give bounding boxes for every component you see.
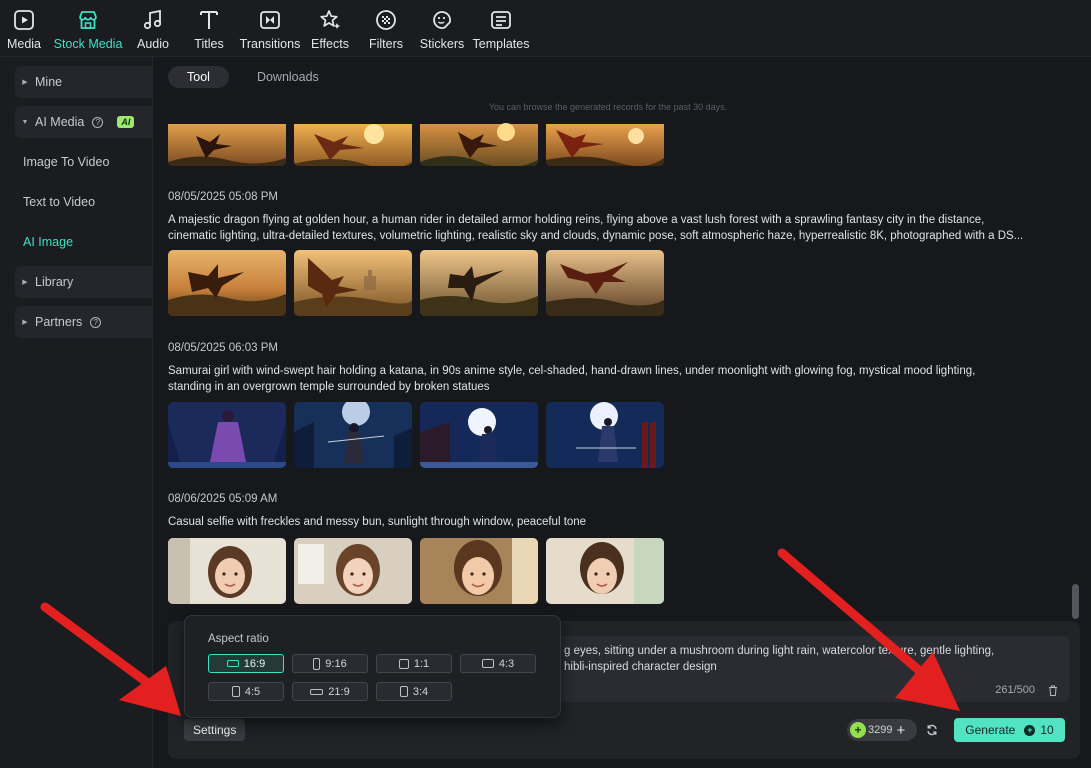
refresh-icon[interactable] [926, 724, 938, 736]
ratio-shape-icon [231, 686, 240, 697]
text-t-icon [200, 11, 218, 29]
stock-media-icon [79, 11, 97, 29]
toolbar-stickers[interactable]: Stickers [420, 0, 464, 57]
help-icon[interactable]: ? [92, 116, 104, 128]
tab-downloads[interactable]: Downloads [239, 66, 337, 88]
aspect-option-1-1[interactable]: 1:1 [376, 654, 452, 673]
aspect-option-16-9[interactable]: 16:9 [208, 654, 284, 673]
generated-image[interactable] [168, 402, 286, 468]
ratio-shape-icon [399, 686, 408, 697]
char-counter: 261/500 [995, 684, 1035, 696]
media-icon [14, 10, 34, 30]
prompt-text-line: g eyes, sitting under a mushroom during … [564, 645, 995, 657]
thumb-row [168, 250, 664, 316]
generated-image[interactable] [546, 250, 664, 316]
toolbar-media[interactable]: Media [6, 0, 42, 57]
record-group: 08/05/2025 06:03 PM Samurai girl with wi… [168, 342, 1068, 468]
filters-icon [376, 10, 396, 30]
toolbar-audio[interactable]: Audio [136, 0, 170, 57]
top-toolbar: Media Stock Media Audio Titles Transitio… [0, 0, 1091, 57]
transitions-icon [260, 11, 280, 29]
record-prompt[interactable]: cinematic lighting, ultra-detailed textu… [168, 229, 1068, 245]
sticker-icon [433, 11, 451, 29]
credit-coin-icon: + [850, 722, 866, 738]
sidebar-item-text-to-video[interactable]: Text to Video [2, 186, 138, 218]
generated-image[interactable] [546, 402, 664, 468]
toolbar-effects[interactable]: Effects [311, 0, 349, 57]
ratio-shape-icon [398, 658, 409, 669]
generated-image[interactable] [294, 538, 412, 604]
credits-balance[interactable]: + 3299 + [847, 719, 917, 741]
record-timestamp: 08/05/2025 05:08 PM [168, 191, 278, 203]
aspect-ratio-popover: Aspect ratio 16:9 9:16 1:1 4:3 4:5 21:9 … [184, 615, 561, 718]
record-timestamp: 08/05/2025 06:03 PM [168, 342, 278, 354]
sidebar: ▶ Mine ▼ AI Media ? AI Image To Video Te… [0, 57, 915, 768]
history-hint: You can browse the generated records for… [488, 102, 728, 112]
prompt-text-line: hibli-inspired character design [564, 660, 717, 673]
record-group: 08/06/2025 05:09 AM Casual selfie with f… [168, 493, 1068, 604]
record-prompt[interactable]: A majestic dragon flying at golden hour,… [168, 213, 1068, 229]
generated-image[interactable] [294, 402, 412, 468]
settings-button[interactable]: Settings [184, 719, 246, 741]
generated-image[interactable] [294, 116, 412, 166]
aspect-option-21-9[interactable]: 21:9 [292, 682, 368, 701]
tab-bar: Tool Downloads [168, 66, 337, 88]
help-icon[interactable]: ? [90, 316, 102, 328]
add-credits-icon[interactable]: + [896, 722, 905, 739]
ratio-shape-icon [226, 660, 239, 667]
aspect-option-4-5[interactable]: 4:5 [208, 682, 284, 701]
aspect-option-9-16[interactable]: 9:16 [292, 654, 368, 673]
effects-star-icon [320, 10, 340, 29]
sidebar-item-image-to-video[interactable]: Image To Video [2, 146, 138, 178]
record-timestamp: 08/06/2025 05:09 AM [168, 493, 278, 505]
credit-coin-icon: + [1024, 724, 1036, 736]
toolbar-titles[interactable]: Titles [193, 0, 225, 57]
collapse-arrow-icon: ▼ [21, 118, 29, 126]
thumb-row [168, 538, 664, 604]
toolbar-filters[interactable]: Filters [369, 0, 403, 57]
generated-image[interactable] [420, 402, 538, 468]
aspect-option-3-4[interactable]: 3:4 [376, 682, 452, 701]
generated-image[interactable] [294, 250, 412, 316]
generate-button[interactable]: Generate + 10 [954, 718, 1065, 742]
toolbar-transitions[interactable]: Transitions [240, 0, 300, 57]
record-prompt[interactable]: Casual selfie with freckles and messy bu… [168, 515, 1068, 531]
sidebar-item-ai-image[interactable]: AI Image [2, 226, 138, 258]
generated-image[interactable] [546, 538, 664, 604]
generation-feed: 08/05/2025 05:08 PM A majestic dragon fl… [153, 116, 1073, 621]
templates-icon [491, 11, 511, 29]
ratio-shape-icon [310, 688, 324, 695]
generated-image[interactable] [168, 538, 286, 604]
expand-arrow-icon: ▶ [22, 79, 28, 86]
record-prompt[interactable]: Samurai girl with wind-swept hair holdin… [168, 364, 1068, 380]
generated-image[interactable] [168, 116, 286, 166]
generated-image[interactable] [420, 250, 538, 316]
record-prompt[interactable]: standing in an overgrown temple surround… [168, 380, 1068, 396]
generated-image[interactable] [168, 250, 286, 316]
expand-arrow-icon: ▶ [22, 279, 28, 286]
expand-arrow-icon: ▶ [22, 319, 28, 326]
record-group: 08/05/2025 05:08 PM A majestic dragon fl… [168, 191, 1068, 316]
ai-badge: AI [117, 116, 135, 128]
toolbar-stock-media[interactable]: Stock Media [54, 0, 122, 57]
toolbar-templates[interactable]: Templates [473, 0, 530, 57]
thumb-row-partial [168, 116, 664, 166]
ratio-shape-icon [313, 657, 321, 670]
aspect-ratio-title: Aspect ratio [208, 633, 269, 645]
generated-image[interactable] [546, 116, 664, 166]
music-note-icon [143, 9, 162, 30]
thumb-row [168, 402, 664, 468]
trash-icon[interactable] [1048, 685, 1058, 696]
feed-scrollbar[interactable] [1072, 584, 1079, 619]
ratio-shape-icon [481, 659, 494, 668]
tab-tool[interactable]: Tool [168, 66, 229, 88]
generated-image[interactable] [420, 116, 538, 166]
aspect-option-4-3[interactable]: 4:3 [460, 654, 536, 673]
generated-image[interactable] [420, 538, 538, 604]
